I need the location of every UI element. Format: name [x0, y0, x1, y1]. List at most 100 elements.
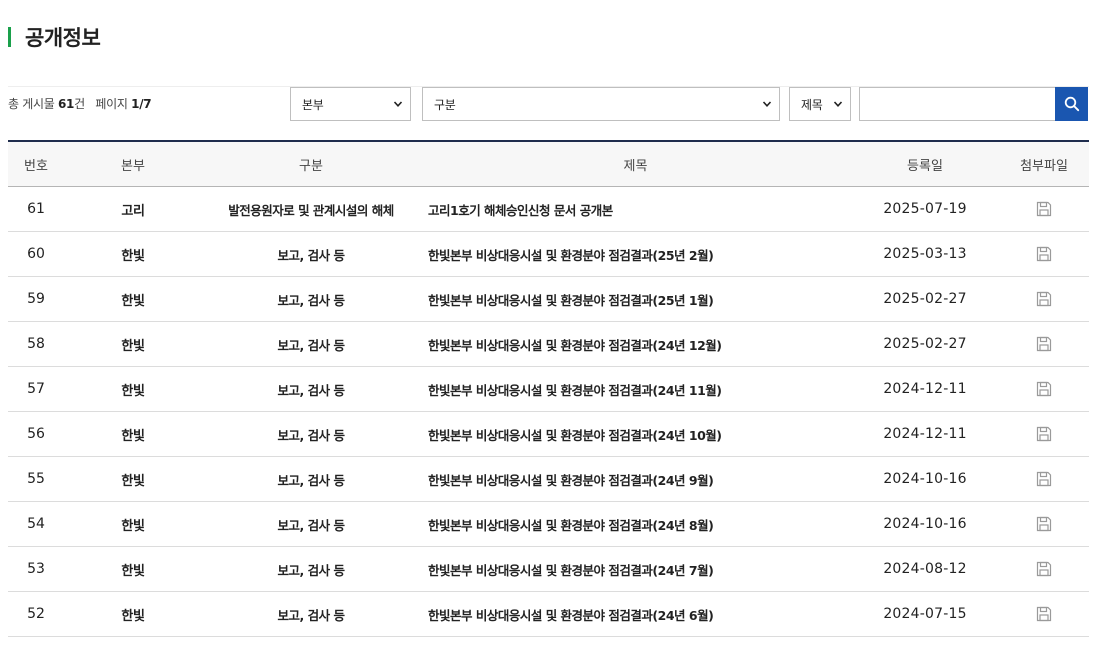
row-date: 2025-02-27	[851, 276, 999, 322]
search-field-select[interactable]: 제목	[789, 87, 851, 121]
division-select-value: 본부	[302, 97, 324, 112]
row-attachment[interactable]	[999, 546, 1089, 592]
row-number: 58	[8, 321, 64, 367]
division-select[interactable]: 본부	[290, 87, 411, 121]
row-date: 2025-02-27	[851, 321, 999, 367]
row-date: 2024-12-11	[851, 366, 999, 412]
save-disk-icon[interactable]	[1036, 606, 1052, 622]
save-disk-icon[interactable]	[1036, 516, 1052, 532]
save-disk-icon[interactable]	[1036, 471, 1052, 487]
row-attachment[interactable]	[999, 456, 1089, 502]
row-category: 보고, 검사 등	[202, 321, 420, 367]
row-category: 보고, 검사 등	[202, 591, 420, 637]
row-division: 한빛	[64, 231, 202, 277]
row-attachment[interactable]	[999, 591, 1089, 637]
row-date: 2024-12-11	[851, 411, 999, 457]
row-division: 한빛	[64, 456, 202, 502]
save-disk-icon[interactable]	[1036, 291, 1052, 307]
row-date: 2024-10-16	[851, 501, 999, 547]
row-number: 61	[8, 186, 64, 232]
row-date: 2025-07-19	[851, 186, 999, 232]
col-header-subject: 제목	[420, 141, 851, 187]
row-division: 한빛	[64, 501, 202, 547]
table-row[interactable]: 52 한빛 보고, 검사 등 한빛본부 비상대응시설 및 환경분야 점검결과(2…	[8, 591, 1089, 637]
table-row[interactable]: 57 한빛 보고, 검사 등 한빛본부 비상대응시설 및 환경분야 점검결과(2…	[8, 366, 1089, 412]
table-row[interactable]: 56 한빛 보고, 검사 등 한빛본부 비상대응시설 및 환경분야 점검결과(2…	[8, 411, 1089, 457]
row-number: 60	[8, 231, 64, 277]
save-disk-icon[interactable]	[1036, 336, 1052, 352]
search-field-select-value: 제목	[801, 97, 823, 112]
total-prefix: 총 게시물	[8, 97, 55, 111]
save-disk-icon[interactable]	[1036, 426, 1052, 442]
table-row[interactable]: 61 고리 발전용원자로 및 관계시설의 해체 고리1호기 해체승인신청 문서 …	[8, 186, 1089, 232]
total-suffix: 건	[74, 97, 85, 111]
row-number: 56	[8, 411, 64, 457]
table-row[interactable]: 54 한빛 보고, 검사 등 한빛본부 비상대응시설 및 환경분야 점검결과(2…	[8, 501, 1089, 547]
save-disk-icon[interactable]	[1036, 561, 1052, 577]
row-date: 2024-08-12	[851, 546, 999, 592]
row-subject-link[interactable]: 한빛본부 비상대응시설 및 환경분야 점검결과(24년 12월)	[420, 321, 851, 367]
row-division: 고리	[64, 186, 202, 232]
row-number: 54	[8, 501, 64, 547]
search-input[interactable]	[859, 87, 1056, 121]
row-category: 보고, 검사 등	[202, 501, 420, 547]
save-disk-icon[interactable]	[1036, 201, 1052, 217]
table-header-row: 번호 본부 구분 제목 등록일 첨부파일	[8, 141, 1089, 187]
page: 공개정보 총 게시물 61건 페이지 1/7 본부 구분 제목 번호 본부 구분…	[0, 0, 1103, 672]
row-date: 2025-03-13	[851, 231, 999, 277]
row-attachment[interactable]	[999, 276, 1089, 322]
search-icon	[1064, 96, 1079, 112]
category-select[interactable]: 구분	[422, 87, 780, 121]
row-subject-link[interactable]: 한빛본부 비상대응시설 및 환경분야 점검결과(24년 8월)	[420, 501, 851, 547]
save-disk-icon[interactable]	[1036, 381, 1052, 397]
board-table: 번호 본부 구분 제목 등록일 첨부파일 61 고리 발전용원자로 및 관계시설…	[8, 140, 1089, 637]
table-row[interactable]: 55 한빛 보고, 검사 등 한빛본부 비상대응시설 및 환경분야 점검결과(2…	[8, 456, 1089, 502]
row-division: 한빛	[64, 546, 202, 592]
row-division: 한빛	[64, 321, 202, 367]
row-subject-link[interactable]: 한빛본부 비상대응시설 및 환경분야 점검결과(24년 6월)	[420, 591, 851, 637]
row-division: 한빛	[64, 591, 202, 637]
row-division: 한빛	[64, 411, 202, 457]
row-division: 한빛	[64, 366, 202, 412]
row-attachment[interactable]	[999, 321, 1089, 367]
row-attachment[interactable]	[999, 411, 1089, 457]
col-header-division: 본부	[64, 141, 202, 187]
save-disk-icon[interactable]	[1036, 246, 1052, 262]
total-count: 61	[58, 97, 75, 111]
chevron-down-icon	[762, 101, 772, 107]
row-subject-link[interactable]: 고리1호기 해체승인신청 문서 공개본	[420, 186, 851, 232]
row-category: 보고, 검사 등	[202, 366, 420, 412]
page-value: 1/7	[131, 97, 152, 111]
table-row[interactable]: 59 한빛 보고, 검사 등 한빛본부 비상대응시설 및 환경분야 점검결과(2…	[8, 276, 1089, 322]
row-number: 53	[8, 546, 64, 592]
page-label: 페이지	[95, 97, 128, 111]
row-attachment[interactable]	[999, 231, 1089, 277]
page-header: 공개정보	[8, 22, 101, 52]
row-category: 보고, 검사 등	[202, 231, 420, 277]
row-subject-link[interactable]: 한빛본부 비상대응시설 및 환경분야 점검결과(25년 2월)	[420, 231, 851, 277]
row-attachment[interactable]	[999, 366, 1089, 412]
row-subject-link[interactable]: 한빛본부 비상대응시설 및 환경분야 점검결과(25년 1월)	[420, 276, 851, 322]
table-row[interactable]: 53 한빛 보고, 검사 등 한빛본부 비상대응시설 및 환경분야 점검결과(2…	[8, 546, 1089, 592]
page-title: 공개정보	[25, 26, 101, 50]
row-attachment[interactable]	[999, 501, 1089, 547]
row-number: 52	[8, 591, 64, 637]
col-header-date: 등록일	[851, 141, 999, 187]
row-subject-link[interactable]: 한빛본부 비상대응시설 및 환경분야 점검결과(24년 10월)	[420, 411, 851, 457]
table-row[interactable]: 60 한빛 보고, 검사 등 한빛본부 비상대응시설 및 환경분야 점검결과(2…	[8, 231, 1089, 277]
row-subject-link[interactable]: 한빛본부 비상대응시설 및 환경분야 점검결과(24년 11월)	[420, 366, 851, 412]
col-header-number: 번호	[8, 141, 64, 187]
row-division: 한빛	[64, 276, 202, 322]
row-subject-link[interactable]: 한빛본부 비상대응시설 및 환경분야 점검결과(24년 7월)	[420, 546, 851, 592]
row-number: 57	[8, 366, 64, 412]
table-row[interactable]: 58 한빛 보고, 검사 등 한빛본부 비상대응시설 및 환경분야 점검결과(2…	[8, 321, 1089, 367]
row-date: 2024-10-16	[851, 456, 999, 502]
row-category: 보고, 검사 등	[202, 276, 420, 322]
chevron-down-icon	[393, 101, 403, 107]
chevron-down-icon	[833, 101, 843, 107]
row-attachment[interactable]	[999, 186, 1089, 232]
row-subject-link[interactable]: 한빛본부 비상대응시설 및 환경분야 점검결과(24년 9월)	[420, 456, 851, 502]
category-select-value: 구분	[434, 97, 456, 112]
title-accent-bar	[8, 27, 11, 47]
search-button[interactable]	[1055, 87, 1088, 121]
